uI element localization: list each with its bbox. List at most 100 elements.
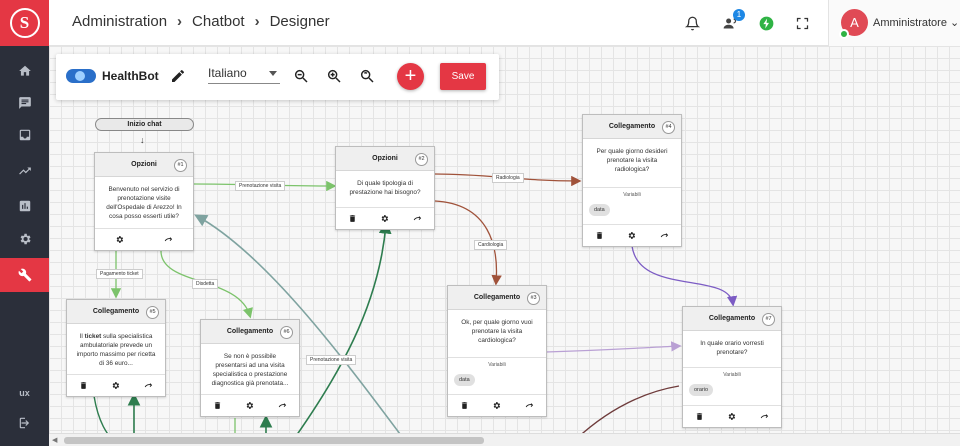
connect-arrow-icon[interactable] — [413, 214, 423, 224]
breadcrumb-administration[interactable]: Administration — [72, 13, 167, 30]
node-header: Collegamento #3 — [448, 286, 546, 310]
users-icon[interactable]: 1 — [721, 9, 745, 32]
add-node-button[interactable]: + — [397, 63, 424, 90]
chevron-down-icon: ⌄ — [950, 17, 960, 29]
gear-icon[interactable] — [0, 222, 49, 256]
variables-label: Variabili — [723, 372, 741, 378]
variable-chip[interactable]: data — [454, 374, 475, 386]
breadcrumb: Administration › Chatbot › Designer — [72, 13, 330, 30]
node-collegamento-3[interactable]: Collegamento #3 Ok, per quale giorno vuo… — [447, 285, 547, 417]
user-name: Amministratore ⌄ — [873, 17, 960, 29]
gear-icon[interactable] — [115, 235, 125, 245]
node-header: Collegamento #5 — [67, 300, 165, 324]
node-actions — [336, 207, 434, 229]
edge-label-prenotazione-visita-2: Prenotazione visita — [306, 355, 357, 365]
trash-icon[interactable] — [694, 412, 704, 422]
logo-icon: S — [9, 8, 40, 38]
edge-n3-n7 — [545, 341, 682, 353]
ux-label: ux — [19, 388, 30, 398]
trash-icon[interactable] — [594, 231, 604, 241]
node-actions — [583, 224, 681, 246]
edge-label-cardiologia: Cardiologia — [474, 240, 508, 250]
trash-icon[interactable] — [212, 401, 222, 411]
bolt-icon[interactable] — [757, 14, 775, 32]
connect-arrow-icon[interactable] — [525, 401, 535, 411]
scrollbar-thumb[interactable] — [64, 437, 484, 444]
home-icon[interactable] — [0, 54, 49, 88]
online-status-icon — [839, 29, 849, 39]
app-root: S ux Administration › Chatbot › Designer… — [0, 0, 960, 446]
variables-label: Variabili — [623, 192, 641, 198]
node-actions — [201, 394, 299, 416]
node-number: #7 — [762, 313, 775, 326]
trash-icon[interactable] — [459, 401, 469, 411]
gear-icon[interactable] — [111, 381, 121, 391]
designer-canvas[interactable]: Prenotazione visita Radiologia Cardiolog… — [49, 46, 960, 446]
breadcrumb-chatbot[interactable]: Chatbot — [192, 13, 245, 30]
node-variables: Variabili orario — [683, 367, 781, 407]
node-number: #6 — [280, 326, 293, 339]
inbox-icon[interactable] — [0, 118, 49, 152]
node-collegamento-7[interactable]: Collegamento #7 In quale orario vorresti… — [682, 306, 782, 428]
connect-arrow-icon[interactable] — [164, 235, 174, 245]
user-menu[interactable]: A Amministratore ⌄ — [828, 0, 960, 46]
arrow-down-icon: ↓ — [140, 135, 145, 145]
bell-icon[interactable] — [683, 14, 701, 32]
start-chat-node[interactable]: Inizio chat — [95, 118, 194, 131]
logout-icon[interactable] — [0, 406, 49, 440]
node-number: #5 — [146, 306, 159, 319]
variable-chip[interactable]: orario — [689, 384, 714, 396]
wrench-icon[interactable] — [0, 258, 49, 292]
node-actions — [95, 228, 193, 250]
node-number: #1 — [174, 159, 187, 172]
variable-chip[interactable]: data — [589, 204, 610, 216]
caret-down-icon — [269, 71, 277, 76]
node-opzioni-1[interactable]: Opzioni #1 Benvenuto nel servizio di pre… — [94, 152, 194, 251]
connect-arrow-icon[interactable] — [760, 412, 770, 422]
edge-label-pagamento-ticket: Pagamento ticket — [96, 269, 143, 279]
chat-icon[interactable] — [0, 86, 49, 120]
node-header: Opzioni #2 — [336, 147, 434, 171]
node-opzioni-2[interactable]: Opzioni #2 Di quale tipologia di prestaz… — [335, 146, 435, 230]
node-text: Per quale giorno desideri prenotare la v… — [596, 148, 668, 173]
edge-label-disdetta: Disdetta — [192, 279, 219, 289]
node-header: Collegamento #4 — [583, 115, 681, 139]
zoom-out-icon[interactable] — [292, 67, 310, 85]
edge-bottom-to-n2 — [288, 220, 392, 446]
node-header: Collegamento #7 — [683, 307, 781, 331]
zoom-reset-icon[interactable] — [358, 67, 376, 85]
language-select[interactable]: Italiano — [208, 66, 280, 84]
node-actions — [683, 405, 781, 427]
connect-arrow-icon[interactable] — [660, 231, 670, 241]
bot-name: HealthBot — [102, 69, 159, 83]
scroll-left-icon[interactable]: ◀ — [52, 436, 57, 444]
breadcrumb-designer: Designer — [269, 13, 330, 30]
trending-icon[interactable] — [0, 154, 49, 188]
save-button[interactable]: Save — [440, 63, 486, 90]
trash-icon[interactable] — [347, 214, 357, 224]
fullscreen-icon[interactable] — [793, 14, 811, 32]
node-collegamento-5[interactable]: Collegamento #5 Il ticket sulla speciali… — [66, 299, 166, 397]
node-actions — [448, 394, 546, 416]
app-logo[interactable]: S — [0, 0, 49, 46]
connect-arrow-icon[interactable] — [144, 381, 154, 391]
gear-icon[interactable] — [492, 401, 502, 411]
node-number: #3 — [527, 292, 540, 305]
gear-icon[interactable] — [245, 401, 255, 411]
node-variables: Variabili data — [583, 187, 681, 226]
bar-chart-icon[interactable] — [0, 189, 49, 223]
zoom-in-icon[interactable] — [325, 67, 343, 85]
gear-icon[interactable] — [627, 231, 637, 241]
connect-arrow-icon[interactable] — [278, 401, 288, 411]
node-text: Se non è possibile presentarsi ad una vi… — [211, 353, 289, 387]
edit-pencil-icon[interactable] — [169, 67, 187, 85]
trash-icon[interactable] — [78, 381, 88, 391]
gear-icon[interactable] — [380, 214, 390, 224]
ux-icon[interactable]: ux — [0, 376, 49, 410]
node-collegamento-6[interactable]: Collegamento #6 Se non è possibile prese… — [200, 319, 300, 417]
gear-icon[interactable] — [727, 412, 737, 422]
node-collegamento-4[interactable]: Collegamento #4 Per quale giorno desider… — [582, 114, 682, 247]
horizontal-scrollbar[interactable]: ◀ — [49, 433, 960, 446]
edge-n4-n7 — [631, 245, 738, 307]
node-actions — [67, 374, 165, 396]
